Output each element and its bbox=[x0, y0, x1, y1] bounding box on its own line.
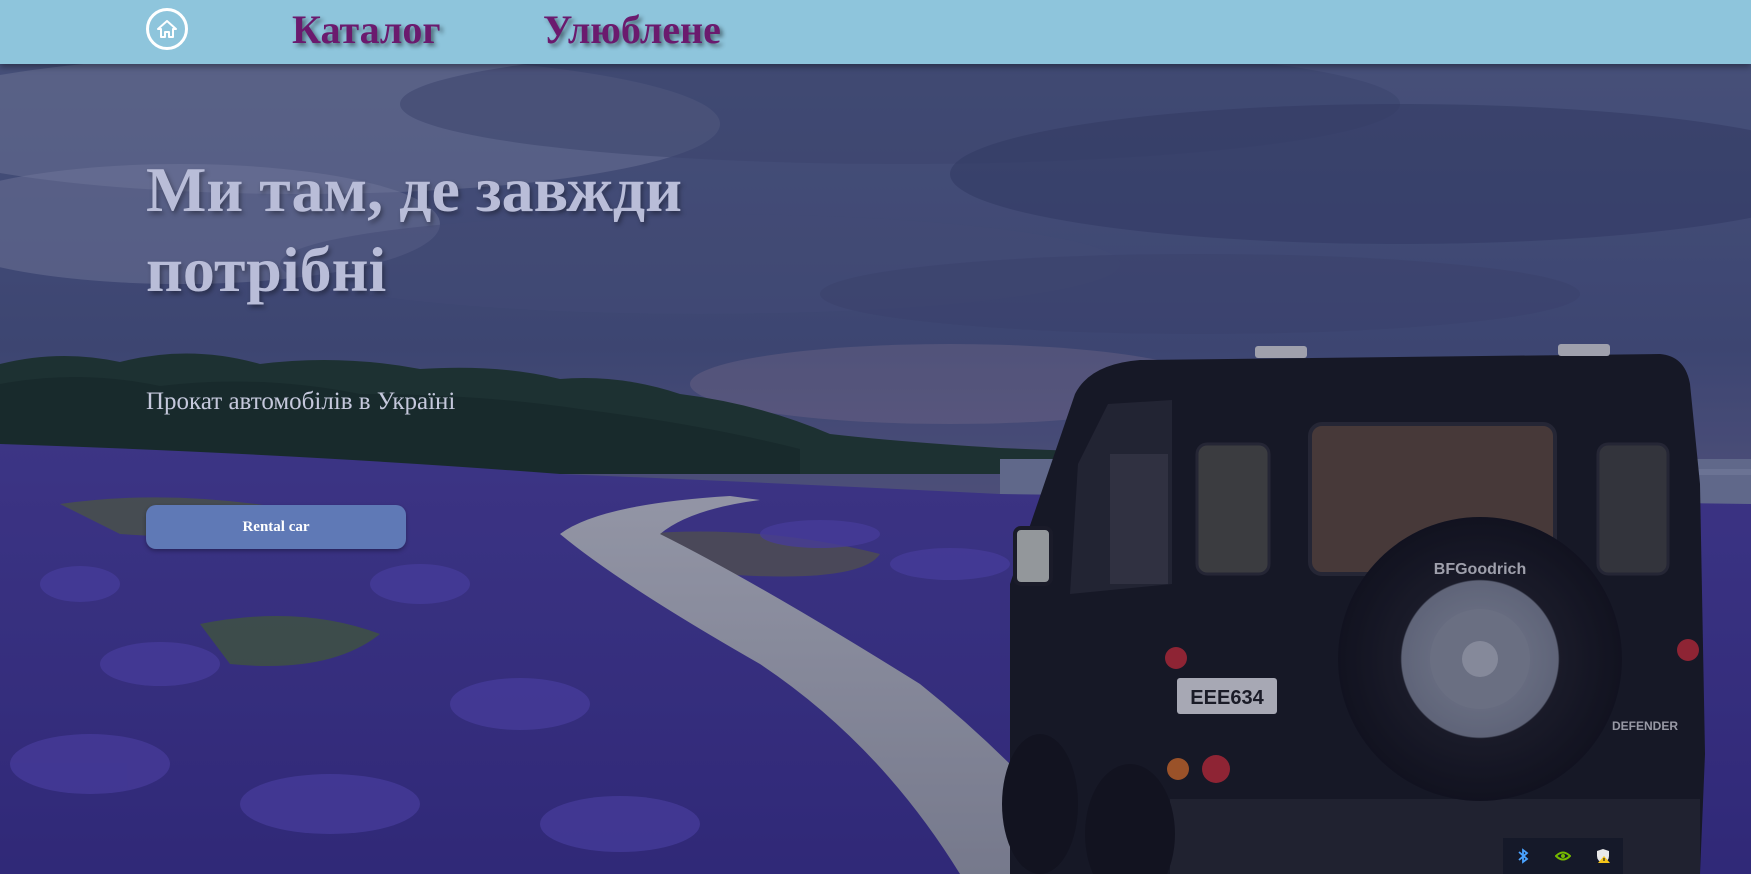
page: Каталог Улюблене EEE634 BFGoodrich DEFEN… bbox=[0, 0, 1751, 874]
hero-title: Ми там, де завжди потрібні bbox=[146, 154, 682, 305]
rental-car-button[interactable]: Rental car bbox=[146, 505, 406, 549]
home-button[interactable] bbox=[146, 8, 188, 50]
nvidia-icon[interactable] bbox=[1554, 847, 1572, 865]
bluetooth-icon[interactable] bbox=[1514, 847, 1532, 865]
security-warning-icon[interactable] bbox=[1594, 847, 1612, 865]
nav-catalog-link[interactable]: Каталог bbox=[292, 6, 441, 53]
system-tray bbox=[1503, 838, 1623, 874]
hero-subtitle: Прокат автомобілів в Україні bbox=[146, 388, 456, 415]
hero-section: EEE634 BFGoodrich DEFENDER Ми там, де за… bbox=[0, 64, 1751, 874]
top-navbar: Каталог Улюблене bbox=[0, 0, 1751, 64]
home-icon bbox=[157, 20, 177, 38]
nav-favorites-link[interactable]: Улюблене bbox=[543, 6, 721, 53]
